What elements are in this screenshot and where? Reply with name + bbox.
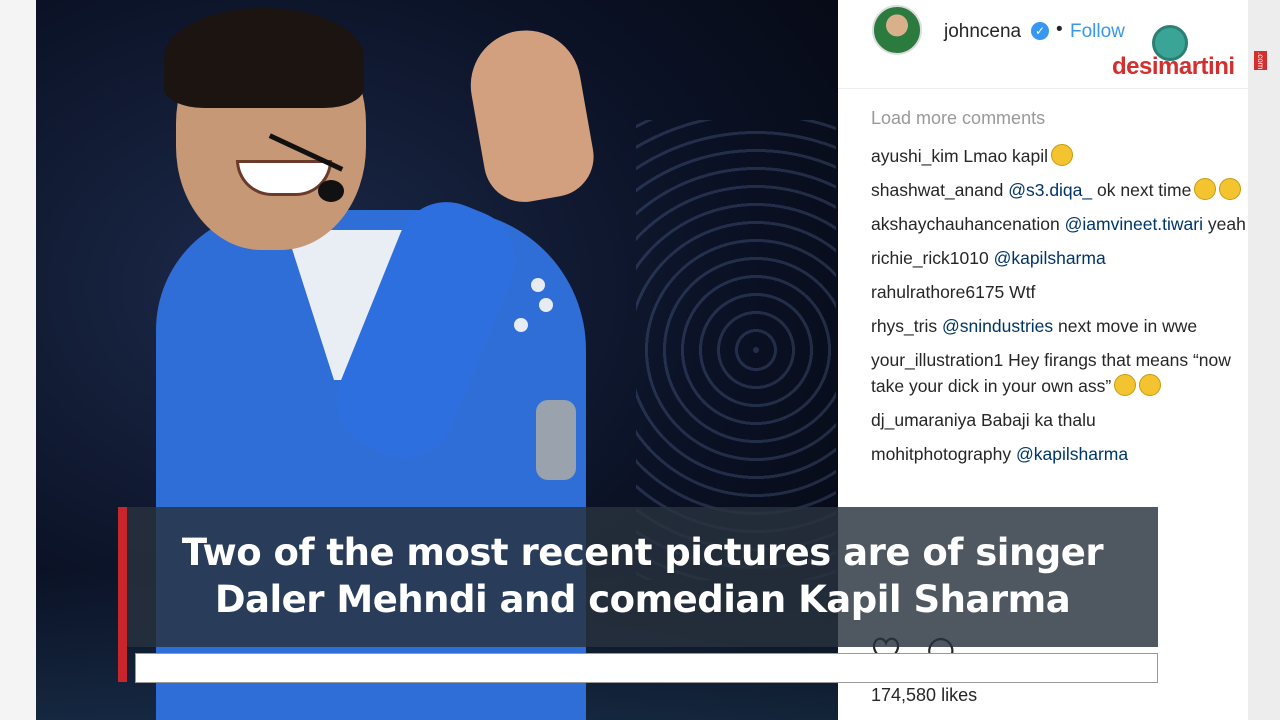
emoji-icon xyxy=(1051,144,1074,166)
caption-line-2: Daler Mehndi and comedian Kapil Sharma xyxy=(214,578,1071,621)
comment-item: rahulrathore6175 Wtf xyxy=(871,279,1248,305)
comment-username[interactable]: ayushi_kim xyxy=(871,146,959,166)
left-border xyxy=(0,0,36,720)
comment-text: Babaji ka thalu xyxy=(980,410,1096,430)
comment-username[interactable]: mohitphotography xyxy=(871,444,1011,464)
caption-line-1: Two of the most recent pictures are of s… xyxy=(181,531,1104,574)
caption-overlay: Two of the most recent pictures are of s… xyxy=(127,507,1158,647)
headset-mic-tip xyxy=(318,180,344,202)
emoji-icon xyxy=(1114,374,1137,396)
comment-text: Lmao kapil xyxy=(963,146,1049,166)
right-border xyxy=(1248,0,1280,720)
blazer-button xyxy=(514,318,528,332)
comment-username[interactable]: akshaychauhancenation xyxy=(871,214,1060,234)
comments-list: ayushi_kim Lmao kapil shashwat_anand @s3.… xyxy=(871,143,1276,475)
caption-text: Two of the most recent pictures are of s… xyxy=(127,529,1158,623)
caption-lower-bar xyxy=(135,653,1158,683)
comment-text: ok next time xyxy=(1097,180,1192,200)
wrist-watch xyxy=(536,400,576,480)
performer-hand xyxy=(462,21,600,209)
comment-username[interactable]: rahulrathore6175 xyxy=(871,282,1004,302)
comment-item: dj_umaraniya Babaji ka thalu xyxy=(871,407,1248,433)
blazer-button xyxy=(531,278,545,292)
comment-item: mohitphotography @kapilsharma xyxy=(871,441,1248,467)
comment-username[interactable]: richie_rick1010 xyxy=(871,248,989,268)
comment-mention[interactable]: @s3.diqa_ xyxy=(1008,180,1092,200)
comment-item: rhys_tris @snindustries next move in wwe xyxy=(871,313,1248,339)
logo-text: desimartini xyxy=(1112,53,1235,80)
comment-mention[interactable]: @kapilsharma xyxy=(994,248,1106,268)
comment-username[interactable]: shashwat_anand xyxy=(871,180,1003,200)
comment-item: richie_rick1010 @kapilsharma xyxy=(871,245,1248,271)
separator-dot: • xyxy=(1056,19,1063,40)
comment-mention[interactable]: @kapilsharma xyxy=(1016,444,1128,464)
comment-username[interactable]: rhys_tris xyxy=(871,316,937,336)
logo-suffix: .com xyxy=(1254,51,1267,71)
likes-count[interactable]: 174,580 likes xyxy=(871,685,977,706)
caption-accent-bar xyxy=(118,507,127,682)
comment-text: Wtf xyxy=(1009,282,1036,302)
emoji-icon xyxy=(1194,178,1217,200)
load-more-comments-link[interactable]: Load more comments xyxy=(871,108,1045,129)
comment-mention[interactable]: @snindustries xyxy=(942,316,1053,336)
comment-item: akshaychauhancenation @iamvineet.tiwari … xyxy=(871,211,1276,237)
desimartini-logo: desimartini .com xyxy=(1112,25,1267,80)
emoji-icon xyxy=(1139,374,1162,396)
comment-item: your_illustration1 Hey firangs that mean… xyxy=(871,347,1248,399)
comment-mention[interactable]: @iamvineet.tiwari xyxy=(1065,214,1203,234)
post-username[interactable]: johncena xyxy=(944,21,1021,43)
verified-icon: ✓ xyxy=(1031,22,1049,40)
comment-item: ayushi_kim Lmao kapil xyxy=(871,143,1248,169)
comment-username[interactable]: dj_umaraniya xyxy=(871,410,976,430)
performer-hair xyxy=(164,8,364,108)
comment-item: shashwat_anand @s3.diqa_ ok next time xyxy=(871,177,1248,203)
avatar[interactable] xyxy=(872,5,922,55)
comment-username[interactable]: your_illustration1 xyxy=(871,350,1003,370)
blazer-button xyxy=(539,298,553,312)
emoji-icon xyxy=(1219,178,1242,200)
comment-text: next move in wwe xyxy=(1058,316,1198,336)
